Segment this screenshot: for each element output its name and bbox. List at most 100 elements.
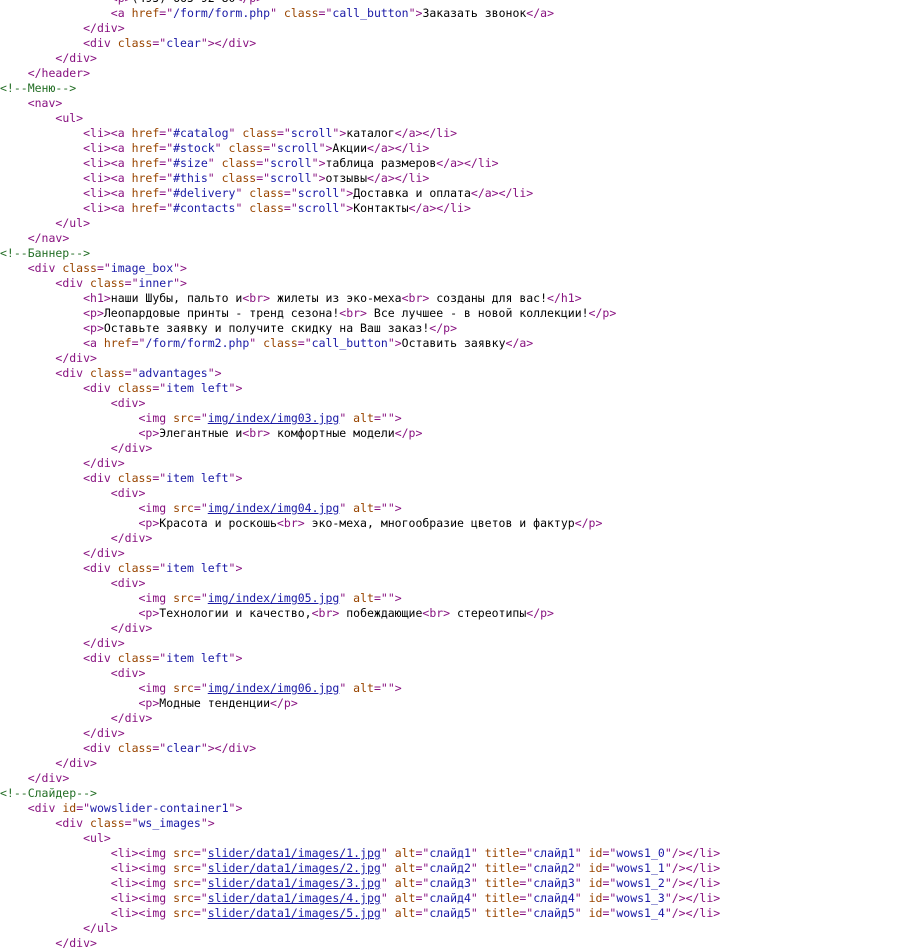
source-line: <div class="item left"> — [0, 651, 901, 666]
markup-token: </div> — [110, 531, 153, 545]
attribute-value: ws_images — [138, 816, 201, 830]
attribute-value: слайд5 — [533, 906, 575, 920]
text-content: Доставка и оплата — [353, 186, 471, 200]
markup-token: <h1> — [83, 291, 111, 305]
markup-token: </div> — [27, 771, 70, 785]
markup-token: "> — [339, 201, 354, 215]
source-line: <h1>наши Шубы, пальто и<br> жилеты из эк… — [0, 291, 901, 306]
attribute-name: src — [173, 846, 194, 860]
attribute-value: wowslider-container1 — [90, 801, 229, 815]
markup-token: =" — [193, 591, 208, 605]
source-line: <ul> — [0, 111, 901, 126]
markup-token: <br> — [242, 291, 271, 305]
attribute-name: src — [173, 891, 194, 905]
markup-token: <li><a — [83, 126, 132, 140]
attribute-name: alt — [394, 861, 416, 875]
source-line: </div> — [0, 456, 901, 471]
text-content: побеждающие — [339, 606, 423, 620]
markup-token: "> — [228, 471, 243, 485]
attribute-value: scroll — [270, 156, 312, 170]
attribute-name: alt — [394, 846, 416, 860]
attribute-name: class — [263, 336, 298, 350]
markup-token: " — [380, 891, 395, 905]
markup-token: </p> — [526, 606, 554, 620]
resource-link[interactable]: img/index/img06.jpg — [208, 681, 340, 695]
source-line: </div> — [0, 351, 901, 366]
markup-token: <div — [83, 381, 118, 395]
markup-token: " — [339, 681, 354, 695]
markup-token: <li><a — [83, 156, 132, 170]
attribute-name: title — [484, 906, 520, 920]
markup-token: <p> — [83, 306, 104, 320]
source-comment: <!--Меню--> — [0, 81, 77, 95]
resource-link[interactable]: img/index/img05.jpg — [208, 591, 340, 605]
markup-token: "> — [339, 186, 354, 200]
resource-link[interactable]: slider/data1/images/5.jpg — [208, 906, 381, 920]
attribute-name: class — [221, 171, 257, 185]
markup-token: </div> — [83, 546, 125, 560]
text-content: Красота и роскошь — [159, 516, 277, 530]
markup-token: =" — [519, 891, 534, 905]
source-line: <li><a href="#size" class="scroll">табли… — [0, 156, 901, 171]
attribute-name: src — [173, 591, 194, 605]
markup-token: </header> — [27, 66, 91, 80]
markup-token: " — [470, 906, 485, 920]
markup-token: "> — [387, 591, 402, 605]
resource-link[interactable]: slider/data1/images/3.jpg — [208, 876, 381, 890]
markup-token: " — [574, 906, 589, 920]
attribute-value: слайд2 — [533, 861, 575, 875]
attribute-value: wows1_4 — [616, 906, 665, 920]
resource-link[interactable]: slider/data1/images/2.jpg — [208, 861, 381, 875]
markup-token: </p> — [270, 696, 298, 710]
markup-token: " — [207, 171, 222, 185]
markup-token: " — [574, 846, 589, 860]
source-line: <img src="img/index/img05.jpg" alt=""> — [0, 591, 901, 606]
source-line: <img src="img/index/img04.jpg" alt=""> — [0, 501, 901, 516]
resource-link[interactable]: slider/data1/images/1.jpg — [208, 846, 381, 860]
resource-link[interactable]: img/index/img03.jpg — [208, 411, 340, 425]
attribute-name: class — [249, 186, 284, 200]
attribute-value: слайд3 — [429, 876, 471, 890]
attribute-name: alt — [353, 591, 374, 605]
markup-token: <li><a — [83, 141, 132, 155]
attribute-value: /form/form.php — [173, 6, 271, 20]
attribute-name: class — [242, 126, 277, 140]
markup-token: </a> — [526, 6, 554, 20]
attribute-name: href — [131, 171, 160, 185]
source-line: <div class="image_box"> — [0, 261, 901, 276]
resource-link[interactable]: img/index/img04.jpg — [208, 501, 340, 515]
markup-token: <br> — [401, 291, 430, 305]
markup-token: </div> — [83, 726, 125, 740]
markup-token: =" — [373, 411, 388, 425]
source-line: </div> — [0, 771, 901, 786]
text-content: Леопардовые принты - тренд сезона! — [103, 306, 340, 320]
markup-token: </p> — [394, 426, 423, 440]
attribute-name: src — [173, 861, 194, 875]
markup-token: =" — [256, 171, 271, 185]
attribute-name: src — [173, 411, 194, 425]
markup-token: <ul> — [83, 831, 111, 845]
attribute-name: class — [90, 816, 125, 830]
markup-token: =" — [193, 411, 208, 425]
markup-token: <p> — [138, 516, 160, 530]
attribute-value: item left — [166, 471, 229, 485]
markup-token: <div — [55, 816, 91, 830]
attribute-value: item left — [166, 651, 229, 665]
markup-token: " — [380, 876, 395, 890]
markup-token: =" — [124, 366, 139, 380]
markup-token: </nav> — [27, 231, 70, 245]
attribute-value: слайд4 — [533, 891, 575, 905]
text-content: Все лучшее - в новой коллекции! — [366, 306, 589, 320]
markup-token: =" — [193, 891, 208, 905]
markup-token: "> — [207, 366, 222, 380]
attribute-name: href — [103, 336, 132, 350]
markup-token: =" — [193, 681, 208, 695]
markup-token: <br> — [311, 606, 340, 620]
resource-link[interactable]: slider/data1/images/4.jpg — [208, 891, 381, 905]
source-line: <a href="/form/form.php" class="call_but… — [0, 6, 901, 21]
markup-token: "> — [228, 381, 243, 395]
source-line: <div class="item left"> — [0, 381, 901, 396]
markup-token: =" — [152, 741, 167, 755]
markup-token: =" — [256, 156, 271, 170]
text-content: Оставить заявку — [401, 336, 506, 350]
